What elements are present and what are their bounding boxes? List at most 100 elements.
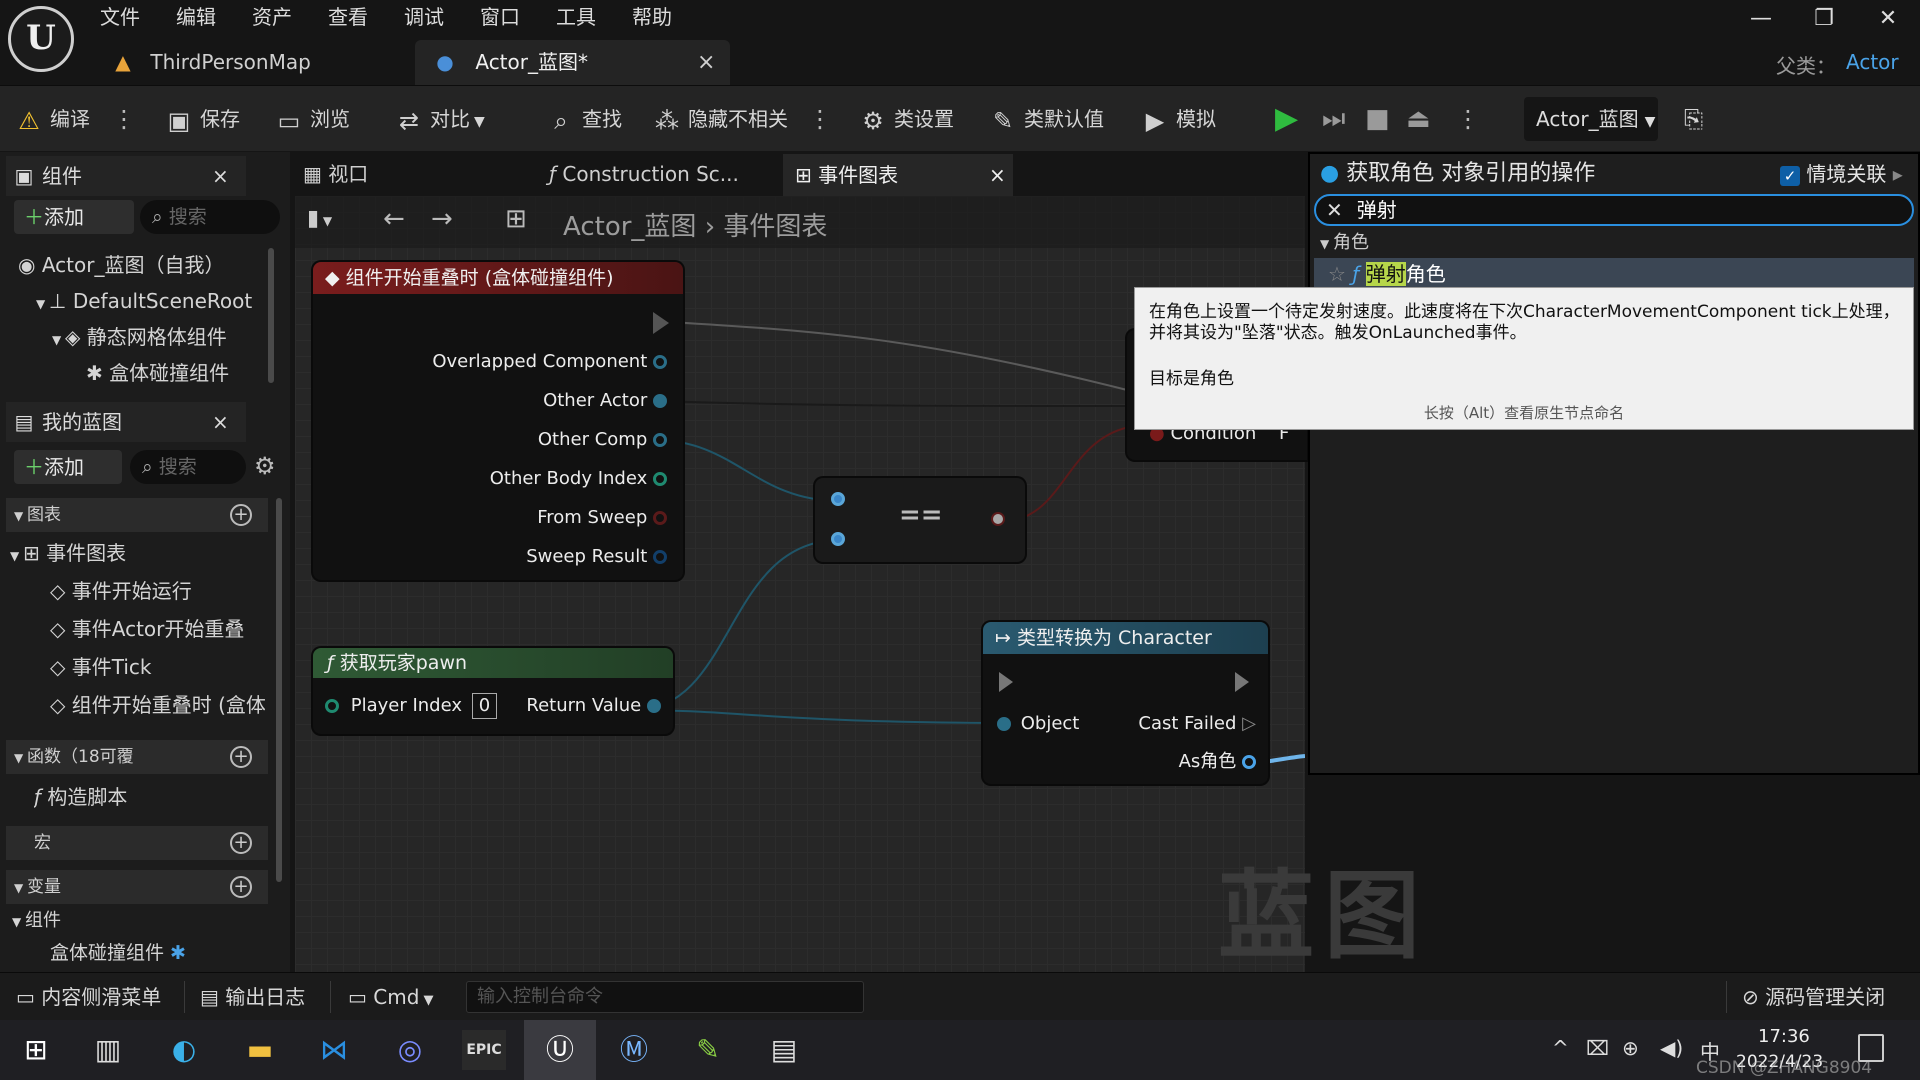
action-search-input[interactable]: ✕ 弹射 bbox=[1314, 194, 1914, 226]
tab-construction-script[interactable]: ƒ Construction Sc... bbox=[549, 152, 739, 196]
add-variable-icon[interactable]: + bbox=[230, 876, 252, 898]
context-sensitive-toggle[interactable]: ✓ 情境关联 ▸ bbox=[1780, 160, 1903, 188]
tree-item-components-category[interactable]: ▼ 组件 bbox=[12, 904, 262, 938]
output-log-button[interactable]: ▤ 输出日志 bbox=[200, 973, 305, 1021]
close-icon[interactable]: × bbox=[212, 402, 229, 442]
play-icon[interactable]: ▶ bbox=[1275, 86, 1298, 152]
tree-item-event-component-overlap[interactable]: ◇ 组件开始重叠时 (盒体 bbox=[50, 688, 265, 722]
find-button[interactable]: ⌕ 查找 bbox=[546, 86, 622, 152]
play-options-icon[interactable]: ⋮ bbox=[1456, 86, 1480, 152]
clear-search-icon[interactable]: ✕ bbox=[1326, 198, 1343, 222]
menu-file[interactable]: 文件 bbox=[100, 2, 140, 32]
equal-input-b-pin[interactable] bbox=[831, 532, 845, 546]
gear-icon[interactable]: ⚙ bbox=[254, 452, 276, 480]
clock-time[interactable]: 17:36 bbox=[1758, 1026, 1810, 1047]
breadcrumb-root[interactable]: Actor_蓝图 bbox=[563, 212, 696, 242]
section-macros[interactable]: 宏 + bbox=[6, 826, 268, 860]
exec-output-pin[interactable] bbox=[653, 312, 669, 334]
debug-browse-icon[interactable]: ⎘ bbox=[1684, 86, 1703, 152]
volume-icon[interactable]: ◀) bbox=[1660, 1036, 1683, 1060]
pin-other-comp[interactable]: Other Comp bbox=[538, 424, 667, 456]
node-equal[interactable]: == bbox=[815, 478, 1025, 562]
cmd-select[interactable]: ▭ Cmd ▼ bbox=[348, 973, 434, 1021]
notepad-icon[interactable]: ✎ bbox=[686, 1030, 730, 1070]
tab-close-icon[interactable]: × bbox=[697, 40, 715, 85]
edge-browser-icon[interactable]: ◐ bbox=[162, 1030, 206, 1070]
pin-return-value[interactable]: Return Value bbox=[526, 690, 661, 722]
tab-viewport[interactable]: ▦ 视口 bbox=[303, 152, 368, 196]
chrome-icon[interactable]: ◎ bbox=[388, 1030, 432, 1070]
restore-icon[interactable]: ❐ bbox=[1800, 6, 1848, 31]
minimize-icon[interactable]: — bbox=[1737, 6, 1785, 31]
close-icon[interactable]: ✕ bbox=[1864, 6, 1912, 31]
menu-window[interactable]: 窗口 bbox=[480, 2, 520, 32]
unreal-logo[interactable]: U bbox=[8, 6, 74, 72]
pin-player-index[interactable]: Player Index 0 bbox=[325, 690, 498, 722]
add-component-button[interactable]: ＋添加 bbox=[14, 200, 134, 234]
section-graphs[interactable]: ▼ 图表 + bbox=[6, 498, 268, 532]
epic-games-icon[interactable]: EPIC bbox=[462, 1030, 506, 1070]
menu-edit[interactable]: 编辑 bbox=[176, 2, 216, 32]
forward-arrow-icon[interactable]: → bbox=[431, 204, 453, 234]
back-arrow-icon[interactable]: ← bbox=[383, 204, 405, 234]
compile-options-icon[interactable]: ⋮ bbox=[112, 86, 136, 152]
tray-chevron-up-icon[interactable]: ^ bbox=[1552, 1036, 1569, 1060]
mm-app-icon[interactable]: Ⓜ bbox=[612, 1030, 656, 1070]
node-get-player-pawn[interactable]: ƒ 获取玩家pawn Player Index 0 Return Value bbox=[313, 648, 673, 734]
menu-asset[interactable]: 资产 bbox=[252, 2, 292, 32]
pin-cast-failed[interactable]: Cast Failed ▷ bbox=[1138, 708, 1256, 740]
tree-item-static-mesh[interactable]: ▼ ◈ 静态网格体组件 bbox=[52, 320, 282, 354]
file-explorer-icon[interactable]: ▬ bbox=[238, 1030, 282, 1070]
class-settings-button[interactable]: ⚙ 类设置 bbox=[858, 86, 954, 152]
notification-icon[interactable] bbox=[1858, 1034, 1884, 1062]
pin-other-actor[interactable]: Other Actor bbox=[543, 385, 667, 417]
add-function-icon[interactable]: + bbox=[230, 746, 252, 768]
pin-from-sweep[interactable]: From Sweep bbox=[537, 502, 667, 534]
tree-item-event-actor-overlap[interactable]: ◇ 事件Actor开始重叠 bbox=[50, 612, 275, 646]
vscode-icon[interactable]: ⋈ bbox=[312, 1030, 356, 1070]
parent-class-link[interactable]: Actor bbox=[1846, 50, 1899, 74]
section-variables[interactable]: ▼ 变量 + bbox=[6, 870, 268, 904]
tree-item-box-collision[interactable]: ✱ 盒体碰撞组件 bbox=[86, 356, 286, 390]
content-drawer-button[interactable]: ▭ 内容侧滑菜单 bbox=[16, 973, 161, 1021]
pin-sweep-result[interactable]: Sweep Result bbox=[526, 541, 667, 573]
stop-icon[interactable]: ■ bbox=[1365, 86, 1390, 152]
book-app-icon[interactable]: ▤ bbox=[762, 1030, 806, 1070]
components-scrollbar[interactable] bbox=[268, 248, 274, 383]
variable-box-collision[interactable]: 盒体碰撞组件 ✱ bbox=[50, 936, 270, 970]
debug-object-select[interactable]: Actor_蓝图 ▼ bbox=[1524, 97, 1658, 141]
save-button[interactable]: ▣ 保存 bbox=[164, 86, 240, 152]
star-icon[interactable]: ☆ bbox=[1328, 262, 1352, 286]
menu-help[interactable]: 帮助 bbox=[632, 2, 672, 32]
diff-button[interactable]: ⇄ 对比 ▼ bbox=[394, 86, 485, 152]
network-icon[interactable]: ⌧ bbox=[1586, 1036, 1609, 1060]
pin-overlapped-component[interactable]: Overlapped Component bbox=[432, 346, 667, 378]
node-component-begin-overlap[interactable]: ◆ 组件开始重叠时 (盒体碰撞组件) Overlapped Component … bbox=[313, 262, 683, 580]
windows-start-icon[interactable]: ⊞ bbox=[14, 1030, 58, 1070]
eject-icon[interactable]: ⏏ bbox=[1406, 86, 1431, 152]
simulate-button[interactable]: ▶ 模拟 bbox=[1140, 86, 1216, 152]
node-cast-to-character[interactable]: ↦ 类型转换为 Character Object Cast Failed ▷ A… bbox=[983, 622, 1268, 784]
tree-item-self[interactable]: ◉ Actor_蓝图（自我） bbox=[18, 248, 268, 282]
pin-other-body-index[interactable]: Other Body Index bbox=[490, 463, 667, 495]
components-search-input[interactable]: ⌕ 搜索 bbox=[140, 200, 280, 234]
add-graph-icon[interactable]: + bbox=[230, 504, 252, 526]
equal-output-pin[interactable] bbox=[991, 512, 1005, 526]
menu-tools[interactable]: 工具 bbox=[556, 2, 596, 32]
console-input[interactable]: 输入控制台命令 bbox=[466, 981, 864, 1013]
tab-map[interactable]: ▲ ThirdPersonMap bbox=[108, 40, 408, 85]
class-defaults-button[interactable]: ✎ 类默认值 bbox=[988, 86, 1104, 152]
tree-item-event-graph[interactable]: ▼ ⊞ 事件图表 bbox=[10, 536, 270, 570]
hide-options-icon[interactable]: ⋮ bbox=[808, 86, 832, 152]
menu-debug[interactable]: 调试 bbox=[404, 2, 444, 32]
tree-item-event-begin-play[interactable]: ◇ 事件开始运行 bbox=[50, 574, 275, 608]
bookmark-icon[interactable]: ▮ ▼ bbox=[307, 206, 332, 231]
tab-blueprint[interactable]: ● Actor_蓝图* × bbox=[415, 40, 730, 85]
equal-input-a-pin[interactable] bbox=[831, 492, 845, 506]
tree-item-event-tick[interactable]: ◇ 事件Tick bbox=[50, 650, 275, 684]
player-index-input[interactable]: 0 bbox=[471, 693, 498, 719]
blueprint-search-input[interactable]: ⌕ 搜索 bbox=[130, 450, 246, 484]
browse-button[interactable]: ▭ 浏览 bbox=[274, 86, 350, 152]
task-view-icon[interactable]: ▥ bbox=[86, 1030, 130, 1070]
close-icon[interactable]: × bbox=[212, 156, 229, 196]
